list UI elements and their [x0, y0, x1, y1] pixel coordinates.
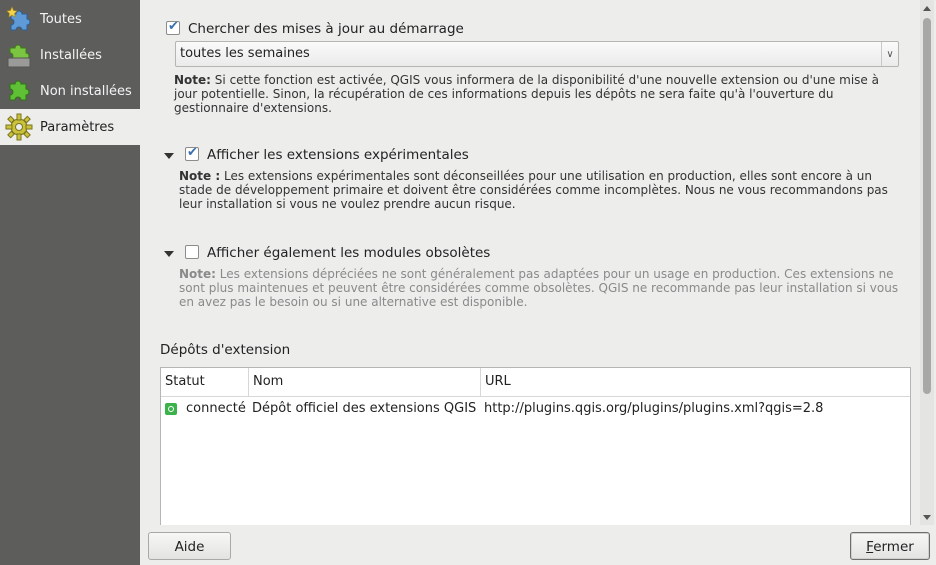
sidebar: Toutes Installées Non installées Paramèt… [0, 0, 140, 565]
header-divider [161, 396, 910, 397]
experimental-note: Note : Les extensions expérimentales son… [179, 169, 901, 211]
sidebar-item-installed[interactable]: Installées [0, 37, 140, 73]
show-deprecated-label: Afficher également les modules obsolètes [207, 245, 491, 261]
puzzle-star-icon [4, 4, 34, 34]
chevron-down-icon[interactable]: ∨ [881, 42, 898, 66]
note-text: Les extensions dépréciées ne sont généra… [179, 267, 899, 309]
sidebar-item-settings[interactable]: Paramètres [0, 109, 140, 145]
row-name: Dépôt officiel des extensions QGIS [252, 401, 477, 416]
scroll-up-icon[interactable] [923, 6, 931, 11]
expand-arrow-icon[interactable] [164, 153, 174, 159]
updates-note: Note: Si cette fonction est activée, QGI… [174, 73, 902, 115]
checkmark-icon: ✔ [187, 145, 198, 160]
note-prefix: Note : [179, 169, 221, 183]
update-frequency-select[interactable]: toutes les semaines ∨ [175, 41, 899, 67]
column-header-url[interactable]: URL [481, 368, 910, 396]
sidebar-item-not-installed[interactable]: Non installées [0, 73, 140, 109]
row-status: connecté [186, 401, 246, 416]
repositories-table: Statut Nom URL connecté Dépôt officiel d… [160, 367, 911, 525]
sidebar-item-label: Installées [40, 47, 102, 63]
repositories-title: Dépôts d'extension [160, 342, 291, 358]
show-deprecated-checkbox[interactable] [185, 245, 199, 259]
note-prefix: Note: [174, 73, 211, 87]
show-experimental-label: Afficher les extensions expérimentales [207, 147, 469, 163]
close-button[interactable]: Fermer [850, 532, 930, 560]
puzzle-green-icon [4, 76, 34, 106]
gear-icon [4, 112, 34, 142]
deprecated-note: Note: Les extensions dépréciées ne sont … [179, 267, 901, 309]
note-prefix: Note: [179, 267, 216, 281]
row-url: http://plugins.qgis.org/plugins/plugins.… [484, 401, 824, 416]
help-button[interactable]: Aide [148, 532, 231, 560]
settings-panel: ✔ Chercher des mises à jour au démarrage… [141, 0, 920, 525]
sidebar-item-label: Paramètres [40, 119, 115, 135]
column-header-status[interactable]: Statut [161, 368, 249, 396]
scroll-thumb[interactable] [923, 18, 931, 394]
sidebar-item-all[interactable]: Toutes [0, 1, 140, 37]
show-experimental-checkbox[interactable]: ✔ [185, 145, 199, 161]
expand-arrow-icon[interactable] [164, 251, 174, 257]
puzzle-installed-icon [4, 40, 34, 70]
sidebar-item-label: Non installées [40, 83, 132, 99]
note-text: Les extensions expérimentales sont décon… [179, 169, 888, 211]
checkmark-icon: ✔ [168, 19, 179, 34]
scroll-down-icon[interactable] [923, 515, 931, 520]
vertical-scrollbar[interactable] [920, 0, 934, 525]
update-frequency-value: toutes les semaines [180, 46, 310, 61]
sidebar-item-label: Toutes [40, 11, 82, 27]
close-label-rest: ermer [873, 539, 914, 555]
check-updates-checkbox[interactable]: ✔ [166, 19, 180, 35]
note-text: Si cette fonction est activée, QGIS vous… [174, 73, 879, 115]
connected-status-icon [165, 403, 177, 415]
check-updates-label: Chercher des mises à jour au démarrage [188, 21, 464, 37]
column-header-name[interactable]: Nom [249, 368, 481, 396]
